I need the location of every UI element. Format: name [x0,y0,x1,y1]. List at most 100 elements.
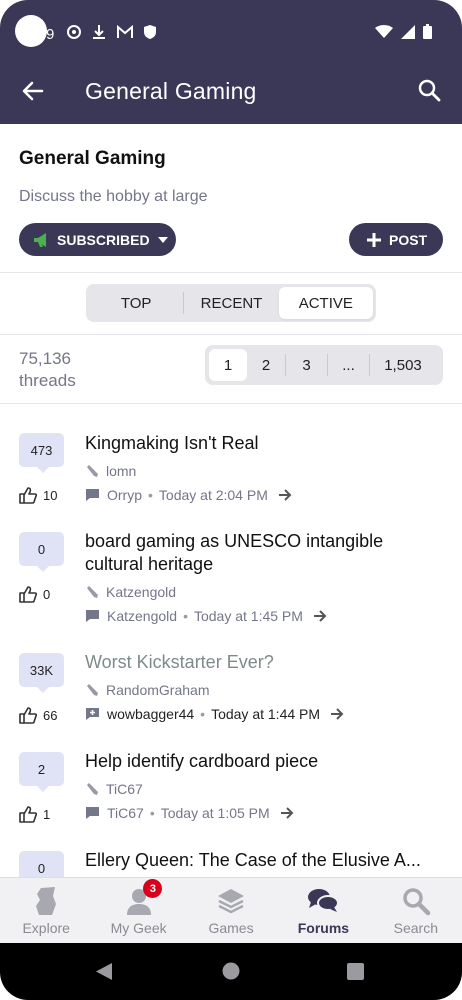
status-time: 9 [46,26,55,43]
last-poster: TiC67 [107,805,144,821]
subscribed-label: SUBSCRIBED [57,231,150,248]
chevron-down-icon [157,236,168,243]
author-name: Katzengold [106,584,177,600]
last-poster: wowbagger44 [107,706,195,722]
page-title: General Gaming [85,78,257,104]
last-post-time: Today at 1:45 PM [193,608,303,624]
thread-title[interactable]: board gaming as UNESCO intangible cultur… [85,530,425,576]
nav-label: Search [393,920,438,936]
author-name: lomn [106,463,137,479]
pagination: 1 2 3 ... 1,503 [205,345,443,385]
like-count-value: 66 [43,708,58,723]
forum-header: General Gaming Discuss the hobby at larg… [0,124,462,273]
like-count-value: 10 [43,488,58,503]
arrow-right-icon[interactable] [313,610,327,622]
author-name: RandomGraham [106,682,210,698]
battery-icon [423,24,432,39]
pencil-icon [85,683,99,697]
reply-count-bubble: 2 [19,752,64,792]
pencil-icon [85,585,99,599]
like-count-value: 1 [43,807,51,822]
separator-dot: • [200,706,206,722]
search-button[interactable] [414,76,446,106]
back-button[interactable] [18,76,50,106]
thread-count: 75,136 threads [19,348,76,392]
nav-my-geek[interactable]: 3 My Geek [92,878,184,944]
system-recents-icon[interactable] [347,963,364,980]
like-count[interactable]: 66 [19,707,57,724]
thread-title[interactable]: Help identify cardboard piece [85,750,425,773]
system-home-icon[interactable] [222,962,240,980]
status-bar: 9 [0,0,462,58]
tab-top[interactable]: TOP [89,287,183,319]
thread-author[interactable]: lomn [85,463,136,479]
system-back-icon[interactable] [95,962,113,981]
thread-last-post[interactable]: Orryp • Today at 2:04 PM [85,487,292,503]
new-comment-icon [85,707,100,721]
nav-search[interactable]: Search [370,878,462,944]
status-app-icon [67,25,81,39]
thread-title[interactable]: Kingmaking Isn't Real [85,432,425,455]
camera-cutout [15,15,47,47]
page-button-ellipsis[interactable]: ... [328,349,369,381]
post-button[interactable]: POST [349,223,443,256]
device-screen: 9 General Gaming General Gaming Discuss … [0,0,462,1000]
separator-dot: • [183,608,188,624]
divider [0,403,462,404]
like-count[interactable]: 0 [19,586,50,603]
notification-badge: 3 [143,879,163,898]
nav-label: Forums [297,920,350,936]
gmail-icon [117,24,133,38]
status-notification-icons [66,24,157,40]
nav-forums[interactable]: Forums [277,878,369,944]
thread-author[interactable]: RandomGraham [85,682,210,698]
thread-last-post[interactable]: Katzengold • Today at 1:45 PM [85,608,327,624]
thread-author[interactable]: TiC67 [85,781,143,797]
tab-active[interactable]: ACTIVE [278,287,373,319]
megaphone-icon [34,232,46,247]
arrow-right-icon[interactable] [330,708,344,720]
like-count[interactable]: 10 [19,487,57,504]
reply-count-bubble: 33K [19,653,64,693]
plus-icon [367,232,381,247]
reply-count-bubble: 0 [19,532,64,572]
nav-games[interactable]: Games [185,878,277,944]
thread-author[interactable]: Katzengold [85,584,176,600]
forums-icon [308,889,340,912]
last-poster: Orryp [107,487,142,503]
page-button-2[interactable]: 2 [247,349,285,381]
pencil-icon [85,782,99,796]
last-poster: Katzengold [107,608,178,624]
thumbs-up-icon [19,487,37,504]
like-count[interactable]: 1 [19,806,50,823]
nav-explore[interactable]: Explore [0,878,92,944]
separator-dot: • [149,805,155,821]
arrow-right-icon[interactable] [278,489,292,501]
thread-last-post[interactable]: wowbagger44 • Today at 1:44 PM [85,706,344,722]
wifi-icon [375,24,393,38]
bottom-nav: Explore 3 My Geek Games Forums Search [0,877,462,944]
page-button-1[interactable]: 1 [209,349,247,381]
page-button-last[interactable]: 1,503 [370,349,436,381]
system-nav-bar [0,943,462,1000]
arrow-right-icon[interactable] [280,807,294,819]
search-icon [418,79,441,102]
thread-title[interactable]: Ellery Queen: The Case of the Elusive A.… [85,849,425,872]
comment-icon [85,609,100,623]
last-post-time: Today at 2:04 PM [158,487,268,503]
thread-count-label: threads [19,371,76,390]
page-button-3[interactable]: 3 [286,349,327,381]
thumbs-up-icon [19,707,37,724]
shield-icon [144,25,156,39]
divider [0,334,462,335]
status-system-icons [375,24,432,39]
author-name: TiC67 [106,781,143,797]
thread-last-post[interactable]: TiC67 • Today at 1:05 PM [85,805,294,821]
nav-label: Explore [22,920,70,936]
tab-recent[interactable]: RECENT [184,287,278,319]
last-post-time: Today at 1:05 PM [160,805,270,821]
search-icon [403,888,431,916]
thread-title[interactable]: Worst Kickstarter Ever? [85,651,425,674]
last-post-time: Today at 1:44 PM [211,706,321,722]
subscribed-button[interactable]: SUBSCRIBED [19,223,176,256]
